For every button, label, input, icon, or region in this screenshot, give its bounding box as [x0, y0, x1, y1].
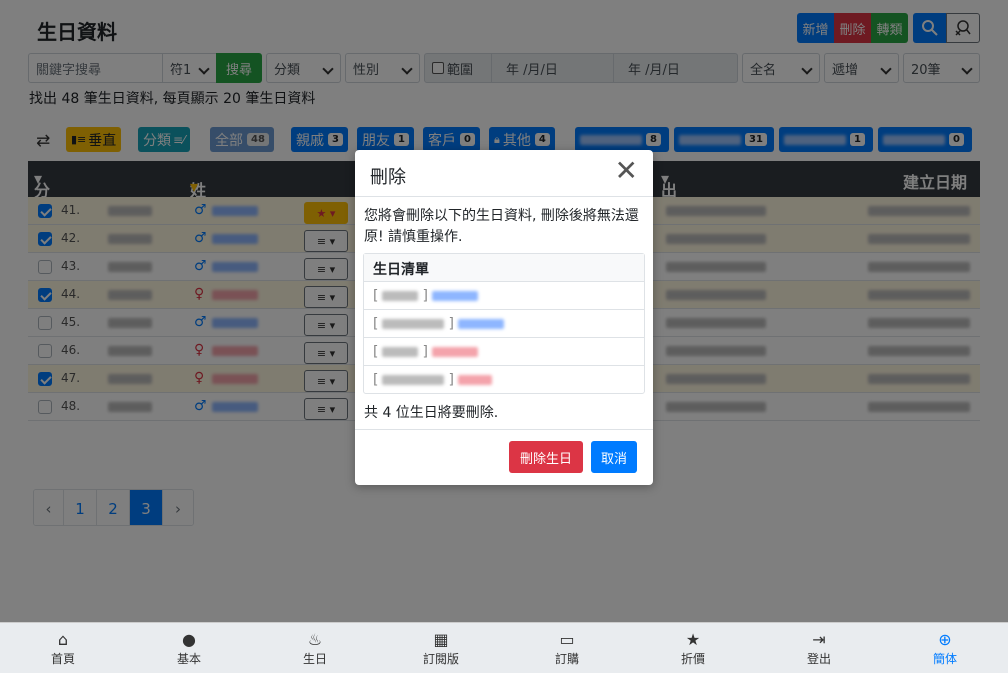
- cake-icon: ♨: [307, 629, 323, 649]
- delete-dialog: 刪除 ✕ 您將會刪除以下的生日資料, 刪除後將無法還原! 請慎重操作. 生日清單…: [355, 150, 653, 485]
- nav-subscription[interactable]: ▦ 訂閱版: [378, 623, 504, 673]
- nav-logout[interactable]: ⇥ 登出: [756, 623, 882, 673]
- nav-order[interactable]: ▭ 訂購: [504, 623, 630, 673]
- credit-card-icon: ▭: [559, 629, 575, 649]
- ticket-icon: ★: [685, 629, 701, 649]
- person-icon: ●: [182, 629, 196, 649]
- close-icon[interactable]: ✕: [615, 157, 638, 185]
- globe-icon: ⊕: [938, 629, 952, 649]
- dialog-message: 您將會刪除以下的生日資料, 刪除後將無法還原! 請慎重操作.: [364, 208, 639, 245]
- cancel-button[interactable]: 取消: [591, 441, 637, 473]
- confirm-delete-button[interactable]: 刪除生日: [509, 441, 583, 473]
- divider: [355, 196, 653, 197]
- home-icon: ⌂: [57, 629, 69, 649]
- list-item: []: [364, 338, 644, 366]
- nav-basic[interactable]: ● 基本: [126, 623, 252, 673]
- list-item: []: [364, 282, 644, 310]
- grid-plus-icon: ▦: [433, 629, 449, 649]
- birthday-list-header: 生日清單: [364, 254, 644, 282]
- bottom-nav: ⌂ 首頁 ● 基本 ♨ 生日 ▦ 訂閱版 ▭ 訂購 ★ 折價 ⇥ 登出 ⊕ 簡体: [0, 622, 1008, 673]
- nav-discount[interactable]: ★ 折價: [630, 623, 756, 673]
- dialog-title: 刪除: [370, 167, 406, 188]
- list-item: []: [364, 310, 644, 338]
- nav-home[interactable]: ⌂ 首頁: [0, 623, 126, 673]
- nav-language[interactable]: ⊕ 簡体: [882, 623, 1008, 673]
- nav-birthday[interactable]: ♨ 生日: [252, 623, 378, 673]
- list-item: []: [364, 366, 644, 394]
- divider: [355, 429, 653, 430]
- birthday-list: 生日清單 [] [] [] []: [363, 253, 645, 394]
- delete-count: 共 4 位生日將要刪除.: [364, 405, 499, 421]
- logout-icon: ⇥: [812, 629, 826, 649]
